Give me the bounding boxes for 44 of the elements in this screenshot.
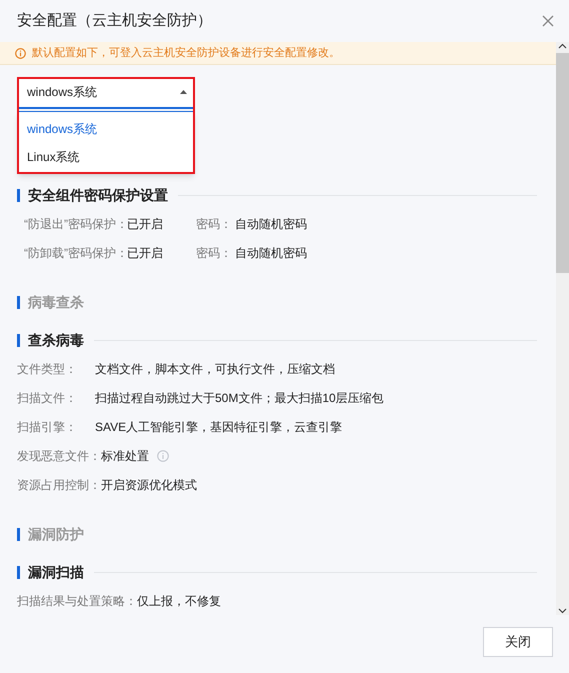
field-value: SAVE人工智能引擎，基因特征引擎，云查引擎 [95, 418, 342, 436]
section-title: 漏洞扫描 [28, 562, 84, 582]
field-label: 扫描结果与处置策略： [17, 592, 137, 610]
scrollbar-thumb[interactable] [556, 53, 569, 273]
field-value: 开启资源优化模式 [101, 476, 197, 494]
section-marker [17, 296, 20, 308]
scroll-up-icon[interactable] [558, 42, 567, 51]
section-marker [17, 188, 20, 202]
os-select[interactable]: windows系统 [17, 77, 195, 109]
field-value: 已开启 [127, 216, 164, 232]
field-label: “防退出”密码保护： [24, 216, 127, 232]
field-label: “防卸载”密码保护： [24, 244, 127, 262]
field-label: 资源占用控制： [17, 476, 101, 494]
section-marker [17, 528, 20, 540]
field-label: 扫描引擎： [17, 418, 78, 436]
section-title: 漏洞防护 [28, 524, 84, 544]
section-title: 病毒查杀 [28, 292, 84, 312]
scrollbar[interactable] [556, 42, 569, 615]
notice-text: 默认配置如下，可登入云主机安全防护设备进行安全配置修改。 [32, 46, 340, 61]
dropdown-option[interactable]: windows系统 [17, 115, 195, 143]
field-value: 仅上报，不修复 [137, 592, 221, 610]
field-value: 标准处置 [101, 448, 149, 464]
section-title: 安全组件密码保护设置 [28, 186, 168, 204]
section-marker [17, 566, 20, 578]
section-marker [17, 334, 20, 346]
close-button[interactable]: 关闭 [483, 627, 553, 657]
field-value: 自动随机密码 [235, 216, 307, 232]
caret-icon [180, 90, 187, 94]
field-label: 文件类型： [17, 360, 78, 378]
scroll-down-icon[interactable] [558, 606, 567, 615]
select-value: windows系统 [27, 84, 98, 101]
field-label: 扫描文件： [17, 390, 78, 406]
field-label: 密码： [196, 216, 233, 232]
section-title: 查杀病毒 [28, 330, 84, 350]
info-icon [157, 450, 169, 462]
info-icon [15, 48, 26, 58]
field-value: 自动随机密码 [235, 244, 307, 262]
dropdown-option[interactable]: Linux系统 [17, 143, 195, 171]
dialog-title: 安全配置（云主机安全防护） [17, 10, 212, 31]
field-label: 发现恶意文件： [17, 448, 101, 464]
field-label: 密码： [196, 244, 233, 262]
field-value: 扫描过程自动跳过大于50M文件；最大扫描10层压缩包 [95, 390, 384, 406]
field-value: 文档文件，脚本文件，可执行文件，压缩文档 [95, 360, 335, 378]
field-value: 已开启 [127, 244, 164, 262]
